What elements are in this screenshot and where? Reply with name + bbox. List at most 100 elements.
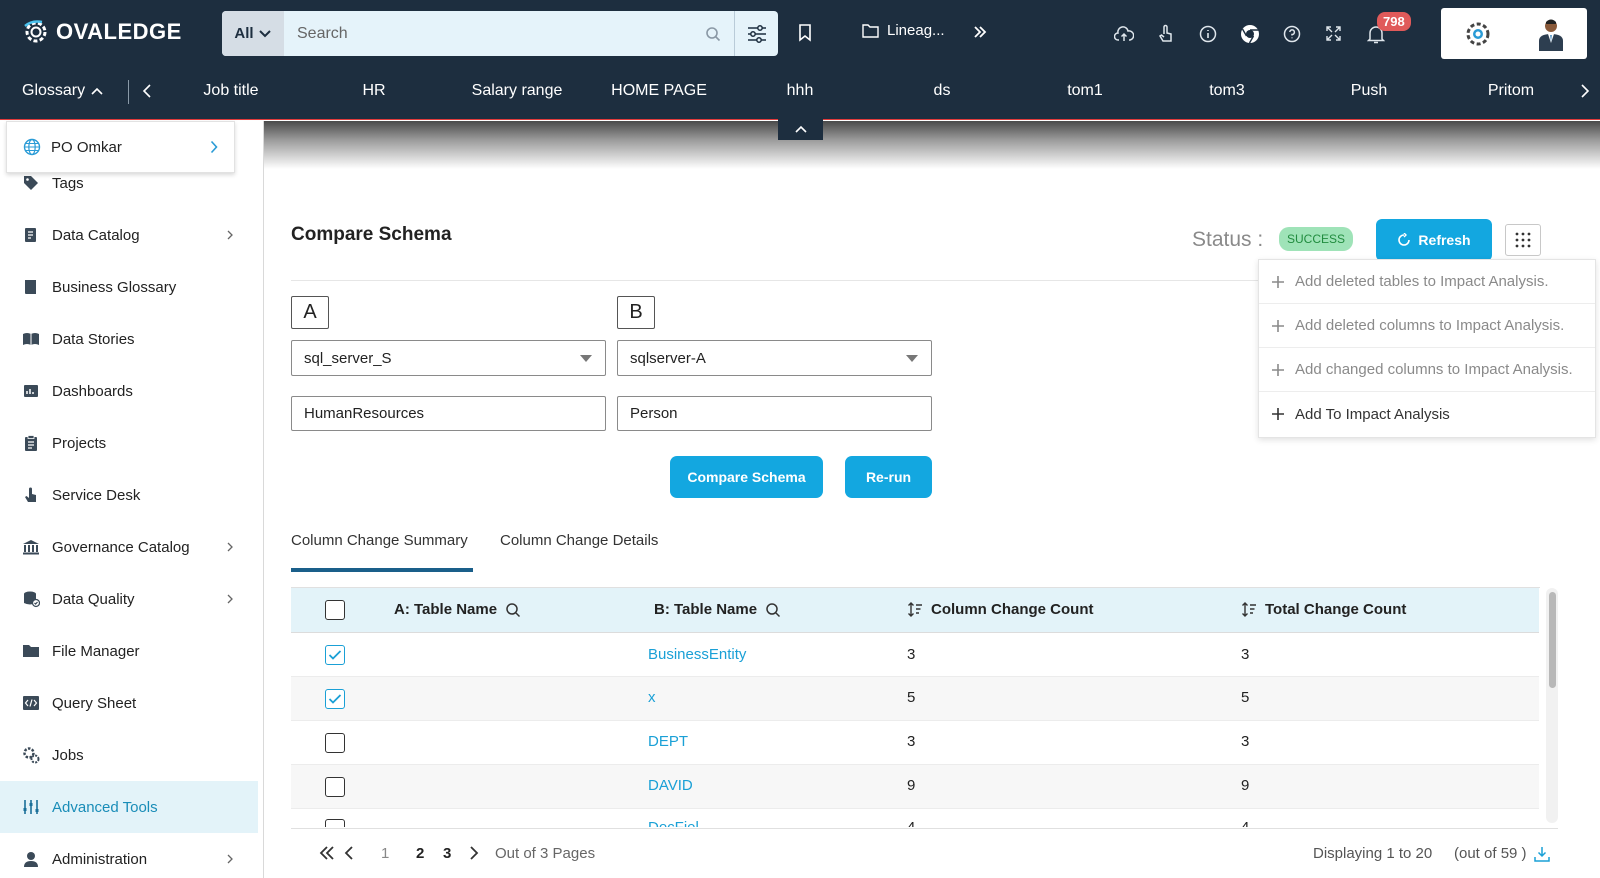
nav-tab-hr[interactable]: HR <box>314 82 434 100</box>
page-3[interactable]: 3 <box>443 845 451 862</box>
search-input[interactable] <box>284 11 692 56</box>
more-tabs-icon[interactable] <box>972 24 988 40</box>
table-row[interactable]: BusinessEntity 3 3 <box>291 633 1539 677</box>
search-icon[interactable] <box>765 602 781 618</box>
b-table-link[interactable]: DAVID <box>648 777 693 794</box>
table-row[interactable]: DEPT 3 3 <box>291 721 1539 765</box>
cloud-upload-icon[interactable] <box>1113 23 1134 44</box>
select-all-checkbox[interactable] <box>325 600 345 620</box>
b-table-link[interactable]: x <box>648 689 656 706</box>
bookmark-icon[interactable] <box>798 24 812 42</box>
row-checkbox[interactable] <box>325 645 345 665</box>
tab-column-change-details[interactable]: Column Change Details <box>500 532 658 549</box>
column-header-total-change-count[interactable]: Total Change Count <box>1241 601 1406 618</box>
search-icon[interactable] <box>505 602 521 618</box>
row-checkbox[interactable] <box>325 777 345 797</box>
profile-area[interactable] <box>1441 8 1587 59</box>
column-header-column-change-count[interactable]: Column Change Count <box>907 601 1093 618</box>
sidebar-item-jobs[interactable]: Jobs <box>0 729 258 781</box>
column-header-label: B: Table Name <box>654 601 758 618</box>
workspace-label: PO Omkar <box>51 138 122 156</box>
info-icon[interactable] <box>1197 23 1218 44</box>
sidebar-item-advanced-tools[interactable]: Advanced Tools <box>0 781 258 833</box>
menu-item-label: Add deleted tables to Impact Analysis. <box>1295 273 1549 290</box>
sidebar-item-query-sheet[interactable]: Query Sheet <box>0 677 258 729</box>
compare-schema-button[interactable]: Compare Schema <box>670 456 823 498</box>
glossary-menu-toggle[interactable]: Glossary <box>22 82 103 100</box>
menu-item-add-deleted-columns[interactable]: Add deleted columns to Impact Analysis. <box>1259 304 1595 348</box>
menu-item-add-changed-columns[interactable]: Add changed columns to Impact Analysis. <box>1259 348 1595 392</box>
sidebar-item-governance-catalog[interactable]: Governance Catalog <box>0 521 258 573</box>
menu-item-add-deleted-tables[interactable]: Add deleted tables to Impact Analysis. <box>1259 260 1595 304</box>
sidebar-item-business-glossary[interactable]: Business Glossary <box>0 261 258 313</box>
b-table-link[interactable]: BusinessEntity <box>648 646 746 663</box>
help-icon[interactable] <box>1281 23 1302 44</box>
collapse-nav-button[interactable] <box>778 118 823 140</box>
chevron-up-icon <box>794 125 807 133</box>
sidebar-item-service-desk[interactable]: Service Desk <box>0 469 258 521</box>
tab-column-change-summary[interactable]: Column Change Summary <box>291 532 468 549</box>
source-a-connection-select[interactable]: sql_server_S <box>291 340 606 376</box>
actions-menu-button[interactable] <box>1505 224 1541 256</box>
nav-tab-tom1[interactable]: tom1 <box>1025 82 1145 100</box>
next-page-icon[interactable] <box>469 845 479 861</box>
sidebar-item-label: Administration <box>52 850 148 868</box>
user-avatar[interactable] <box>1536 17 1566 51</box>
chevron-left-icon[interactable] <box>142 83 152 99</box>
row-checkbox[interactable] <box>325 689 345 709</box>
download-icon[interactable] <box>1533 845 1551 863</box>
page-2[interactable]: 2 <box>416 845 424 862</box>
nav-tab-push[interactable]: Push <box>1309 82 1429 100</box>
workspace-selector[interactable]: PO Omkar <box>6 121 235 173</box>
refresh-button[interactable]: Refresh <box>1376 219 1492 261</box>
search-scope-select[interactable]: All <box>222 11 284 56</box>
source-b-schema-field[interactable]: Person <box>617 396 932 431</box>
table-row[interactable]: DocFiel... 4 4 <box>291 809 1539 827</box>
chrome-icon[interactable] <box>1239 23 1260 44</box>
source-b-connection-select[interactable]: sqlserver-A <box>617 340 932 376</box>
sidebar-item-label: Projects <box>52 434 107 452</box>
table-scrollbar-thumb[interactable] <box>1549 592 1556 688</box>
rerun-button[interactable]: Re-run <box>845 456 932 498</box>
sidebar-item-administration[interactable]: Administration <box>0 833 258 878</box>
sidebar-item-data-stories[interactable]: Data Stories <box>0 313 258 365</box>
row-checkbox[interactable] <box>325 733 345 753</box>
sidebar-item-data-quality[interactable]: Data Quality <box>0 573 258 625</box>
brand-logo[interactable]: OVALEDGE <box>22 18 182 46</box>
menu-item-add-to-impact-analysis[interactable]: Add To Impact Analysis <box>1259 392 1595 436</box>
sidebar-item-projects[interactable]: Projects <box>0 417 258 469</box>
b-table-link[interactable]: DEPT <box>648 733 688 750</box>
touch-icon[interactable] <box>1155 23 1176 44</box>
settings-gear-icon[interactable] <box>1463 19 1493 49</box>
table-row[interactable]: x 5 5 <box>291 677 1539 721</box>
b-table-link[interactable]: DocFiel... <box>648 819 711 827</box>
column-change-table: A: Table Name B: Table Name Column Chang… <box>291 587 1540 827</box>
fullscreen-icon[interactable] <box>1323 23 1344 44</box>
sidebar-item-file-manager[interactable]: File Manager <box>0 625 258 677</box>
pagination-bar: 1 2 3 Out of 3 Pages Displaying 1 to 20 … <box>291 828 1558 878</box>
nav-tab-tom3[interactable]: tom3 <box>1167 82 1287 100</box>
code-icon <box>22 694 40 712</box>
source-a-schema-field[interactable]: HumanResources <box>291 396 606 431</box>
previous-page-icon[interactable] <box>344 845 354 861</box>
page-1[interactable]: 1 <box>381 845 389 862</box>
search-filter-button[interactable] <box>734 11 778 56</box>
menu-item-label: Add changed columns to Impact Analysis. <box>1295 361 1573 378</box>
menu-item-label: Add To Impact Analysis <box>1295 405 1450 423</box>
open-tab-lineage[interactable]: Lineag... <box>862 22 945 39</box>
table-row[interactable]: DAVID 9 9 <box>291 765 1539 809</box>
search-icon[interactable] <box>692 11 734 56</box>
row-checkbox[interactable] <box>325 819 345 827</box>
first-page-icon[interactable] <box>319 845 335 861</box>
nav-tab-pritom[interactable]: Pritom <box>1451 82 1571 100</box>
total-change-count: 3 <box>1241 733 1250 750</box>
chevron-right-icon[interactable] <box>1580 83 1590 99</box>
nav-tab-job-title[interactable]: Job title <box>171 82 291 100</box>
nav-tab-salary-range[interactable]: Salary range <box>457 82 577 100</box>
sidebar-item-data-catalog[interactable]: Data Catalog <box>0 209 258 261</box>
nav-tab-hhh[interactable]: hhh <box>740 82 860 100</box>
refresh-label: Refresh <box>1418 232 1471 248</box>
nav-tab-ds[interactable]: ds <box>882 82 1002 100</box>
sidebar-item-dashboards[interactable]: Dashboards <box>0 365 258 417</box>
nav-tab-home-page[interactable]: HOME PAGE <box>599 82 719 100</box>
